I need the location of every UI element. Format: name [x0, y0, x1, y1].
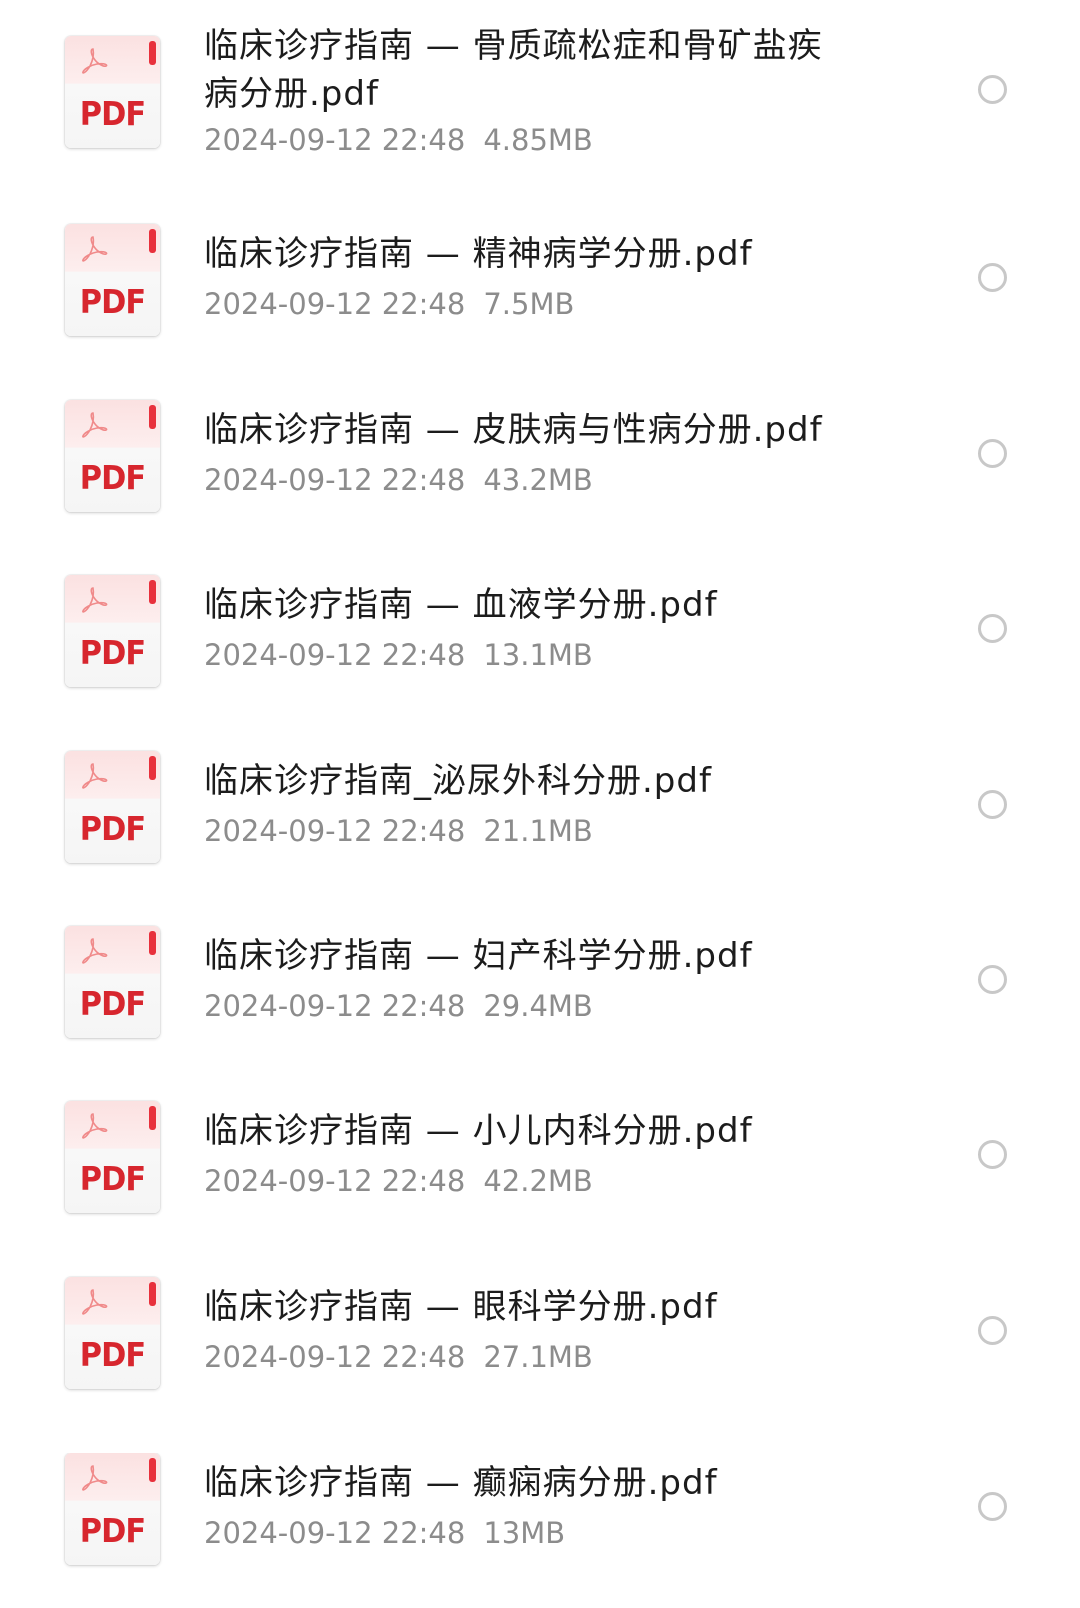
pdf-icon-label: PDF — [79, 1159, 146, 1198]
file-size: 42.2MB — [483, 1164, 593, 1198]
file-list: PDF 临床诊疗指南 — 骨质疏松症和骨矿盐疾病分册.pdf 2024-09-1… — [0, 0, 1080, 1608]
acrobat-icon — [82, 48, 108, 74]
select-radio[interactable] — [978, 614, 1007, 643]
pdf-corner-marker — [149, 1458, 156, 1482]
pdf-corner-marker — [149, 756, 156, 780]
pdf-corner-marker — [149, 405, 156, 429]
pdf-icon-label: PDF — [79, 94, 146, 133]
select-radio[interactable] — [978, 1140, 1007, 1169]
select-radio[interactable] — [978, 439, 1007, 468]
file-row[interactable]: PDF 临床诊疗指南 — 小儿内科分册.pdf 2024-09-12 22:48… — [0, 1101, 1080, 1213]
pdf-file-icon: PDF — [65, 575, 160, 687]
file-date: 2024-09-12 22:48 — [204, 814, 466, 848]
select-radio[interactable] — [978, 263, 1007, 292]
acrobat-icon — [82, 1113, 108, 1139]
file-name: 临床诊疗指南_泌尿外科分册.pdf — [204, 761, 712, 801]
file-row[interactable]: PDF 临床诊疗指南_泌尿外科分册.pdf 2024-09-12 22:48 21… — [0, 751, 1080, 863]
file-meta: 2024-09-12 22:48 4.85MB — [204, 122, 593, 158]
pdf-corner-marker — [149, 580, 156, 604]
file-name: 临床诊疗指南 — 骨质疏松症和骨矿盐疾病分册.pdf — [204, 26, 823, 114]
acrobat-icon — [82, 763, 108, 789]
pdf-icon-label: PDF — [79, 458, 146, 497]
pdf-corner-marker — [149, 931, 156, 955]
file-name: 临床诊疗指南 — 小儿内科分册.pdf — [204, 1111, 753, 1151]
file-size: 43.2MB — [483, 463, 593, 497]
file-date: 2024-09-12 22:48 — [204, 1340, 466, 1374]
file-name: 临床诊疗指南 — 眼科学分册.pdf — [204, 1287, 718, 1327]
acrobat-icon — [82, 236, 108, 262]
file-size: 21.1MB — [483, 814, 593, 848]
acrobat-icon — [82, 412, 108, 438]
pdf-corner-marker — [149, 1282, 156, 1306]
acrobat-icon — [82, 587, 108, 613]
file-row[interactable]: PDF 临床诊疗指南 — 骨质疏松症和骨矿盐疾病分册.pdf 2024-09-1… — [0, 26, 1080, 186]
file-meta: 2024-09-12 22:48 27.1MB — [204, 1339, 593, 1375]
file-row[interactable]: PDF 临床诊疗指南 — 眼科学分册.pdf 2024-09-12 22:48 2… — [0, 1277, 1080, 1389]
file-date: 2024-09-12 22:48 — [204, 1516, 466, 1550]
select-radio[interactable] — [978, 75, 1007, 104]
file-row[interactable]: PDF 临床诊疗指南 — 妇产科学分册.pdf 2024-09-12 22:48… — [0, 926, 1080, 1038]
file-size: 13MB — [483, 1516, 566, 1550]
pdf-icon-label: PDF — [79, 633, 146, 672]
file-row[interactable]: PDF 临床诊疗指南 — 血液学分册.pdf 2024-09-12 22:48 1… — [0, 575, 1080, 687]
file-date: 2024-09-12 22:48 — [204, 463, 466, 497]
pdf-file-icon: PDF — [65, 926, 160, 1038]
pdf-corner-marker — [149, 1106, 156, 1130]
acrobat-icon — [82, 1289, 108, 1315]
pdf-corner-marker — [149, 229, 156, 253]
file-meta: 2024-09-12 22:48 13.1MB — [204, 637, 593, 673]
file-size: 29.4MB — [483, 989, 593, 1023]
pdf-icon-label: PDF — [79, 282, 146, 321]
file-name: 临床诊疗指南 — 妇产科学分册.pdf — [204, 936, 753, 976]
file-row[interactable]: PDF 临床诊疗指南 — 癫痫病分册.pdf 2024-09-12 22:48 1… — [0, 1453, 1080, 1608]
file-date: 2024-09-12 22:48 — [204, 287, 466, 321]
pdf-file-icon: PDF — [65, 1277, 160, 1389]
file-row[interactable]: PDF 临床诊疗指南 — 皮肤病与性病分册.pdf 2024-09-12 22:… — [0, 400, 1080, 512]
pdf-file-icon: PDF — [65, 224, 160, 336]
pdf-file-icon: PDF — [65, 1101, 160, 1213]
select-radio[interactable] — [978, 1316, 1007, 1345]
select-radio[interactable] — [978, 1492, 1007, 1521]
file-name: 临床诊疗指南 — 癫痫病分册.pdf — [204, 1463, 718, 1503]
pdf-file-icon: PDF — [65, 400, 160, 512]
file-name: 临床诊疗指南 — 血液学分册.pdf — [204, 585, 718, 625]
pdf-file-icon: PDF — [65, 751, 160, 863]
file-meta: 2024-09-12 22:48 43.2MB — [204, 462, 593, 498]
file-size: 7.5MB — [483, 287, 575, 321]
acrobat-icon — [82, 1465, 108, 1491]
file-meta: 2024-09-12 22:48 13MB — [204, 1515, 565, 1551]
file-date: 2024-09-12 22:48 — [204, 123, 466, 157]
pdf-icon-label: PDF — [79, 1335, 146, 1374]
file-date: 2024-09-12 22:48 — [204, 1164, 466, 1198]
pdf-file-icon: PDF — [65, 36, 160, 148]
file-meta: 2024-09-12 22:48 21.1MB — [204, 813, 593, 849]
acrobat-icon — [82, 938, 108, 964]
select-radio[interactable] — [978, 965, 1007, 994]
pdf-file-icon: PDF — [65, 1453, 160, 1565]
pdf-corner-marker — [149, 41, 156, 65]
select-radio[interactable] — [978, 790, 1007, 819]
file-date: 2024-09-12 22:48 — [204, 638, 466, 672]
file-name: 临床诊疗指南 — 皮肤病与性病分册.pdf — [204, 410, 823, 450]
file-meta: 2024-09-12 22:48 42.2MB — [204, 1163, 593, 1199]
file-date: 2024-09-12 22:48 — [204, 989, 466, 1023]
pdf-icon-label: PDF — [79, 809, 146, 848]
file-meta: 2024-09-12 22:48 7.5MB — [204, 286, 574, 322]
file-row[interactable]: PDF 临床诊疗指南 — 精神病学分册.pdf 2024-09-12 22:48… — [0, 224, 1080, 336]
file-size: 13.1MB — [483, 638, 593, 672]
file-size: 27.1MB — [483, 1340, 593, 1374]
pdf-icon-label: PDF — [79, 1511, 146, 1550]
file-meta: 2024-09-12 22:48 29.4MB — [204, 988, 593, 1024]
pdf-icon-label: PDF — [79, 984, 146, 1023]
file-size: 4.85MB — [483, 123, 593, 157]
file-name: 临床诊疗指南 — 精神病学分册.pdf — [204, 234, 753, 274]
